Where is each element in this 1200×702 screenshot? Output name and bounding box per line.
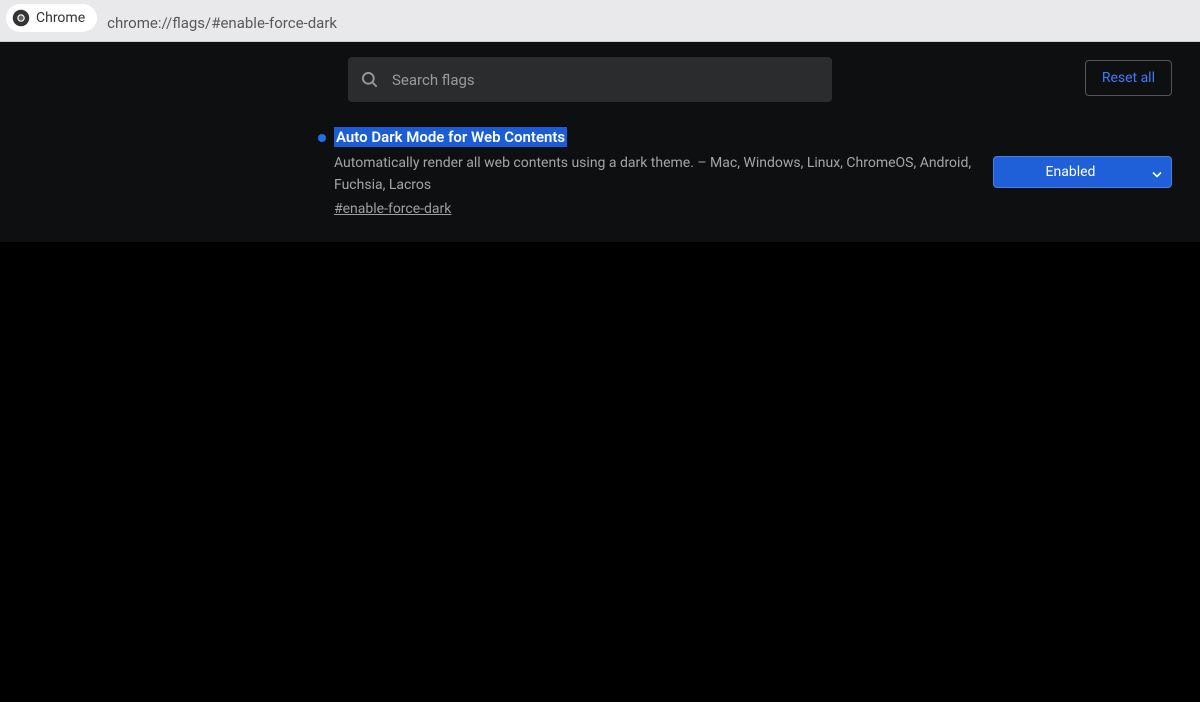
site-label: Chrome	[36, 10, 85, 26]
browser-address-bar: Chrome chrome://flags/#enable-force-dark	[0, 0, 1200, 42]
chrome-icon	[12, 9, 30, 27]
flag-row: Auto Dark Mode for Web Contents Automati…	[0, 117, 1200, 241]
flag-state-select[interactable]: Enabled	[993, 156, 1172, 188]
flags-toolbar: Reset all	[0, 42, 1200, 117]
flag-info: Auto Dark Mode for Web Contents Automati…	[334, 127, 993, 217]
empty-area	[0, 242, 1200, 702]
flag-permalink[interactable]: #enable-force-dark	[334, 201, 451, 217]
search-input[interactable]	[348, 57, 832, 102]
modified-dot-icon	[318, 134, 326, 142]
flag-description: Automatically render all web contents us…	[334, 152, 993, 197]
url-text[interactable]: chrome://flags/#enable-force-dark	[107, 9, 337, 37]
site-identity-chip[interactable]: Chrome	[6, 4, 97, 32]
flags-page: Reset all Auto Dark Mode for Web Content…	[0, 42, 1200, 242]
search-container	[348, 57, 832, 102]
flag-title: Auto Dark Mode for Web Contents	[334, 127, 567, 147]
reset-all-button[interactable]: Reset all	[1085, 60, 1172, 96]
flag-select-wrapper: Enabled	[993, 156, 1172, 188]
